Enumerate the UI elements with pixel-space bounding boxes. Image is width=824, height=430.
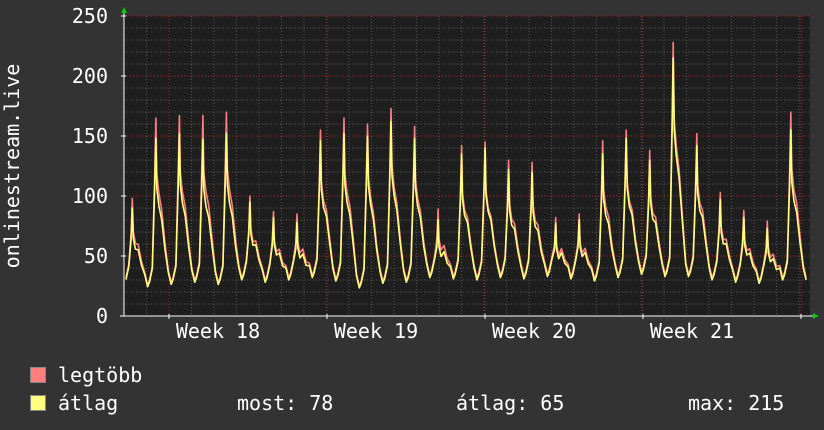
stat-now: most: 78 [237, 391, 334, 415]
y-axis-arrow [121, 7, 127, 13]
x-tick-label: Week 18 [176, 319, 260, 343]
legend-row-avg: átlag most: 78 átlag: 65 max: 215 [30, 392, 810, 414]
y-tick-label: 200 [72, 64, 108, 88]
y-tick-label: 150 [72, 124, 108, 148]
x-tick-label: Week 21 [650, 319, 734, 343]
legend-label-avg: átlag [58, 391, 119, 415]
y-tick-label: 250 [72, 4, 108, 28]
y-axis-title: onlinestream.live [0, 64, 24, 269]
graph-panel: 0 50 100 150 200 250 Week 18 Week 19 Week 20 Week… [0, 0, 824, 430]
y-tick-label: 100 [72, 184, 108, 208]
legend-label-max: legtöbb [58, 363, 143, 387]
x-axis-arrow [813, 313, 819, 319]
y-tick-label: 50 [84, 244, 108, 268]
legend-swatch-max [30, 367, 46, 383]
stat-max: max: 215 [688, 391, 785, 415]
stat-avg: átlag: 65 [456, 391, 565, 415]
y-tick-label: 0 [96, 304, 108, 328]
legend-row-max: legtöbb [30, 364, 810, 386]
legend-swatch-avg [30, 395, 46, 411]
x-tick-label: Week 20 [492, 319, 576, 343]
x-tick-label: Week 19 [334, 319, 418, 343]
